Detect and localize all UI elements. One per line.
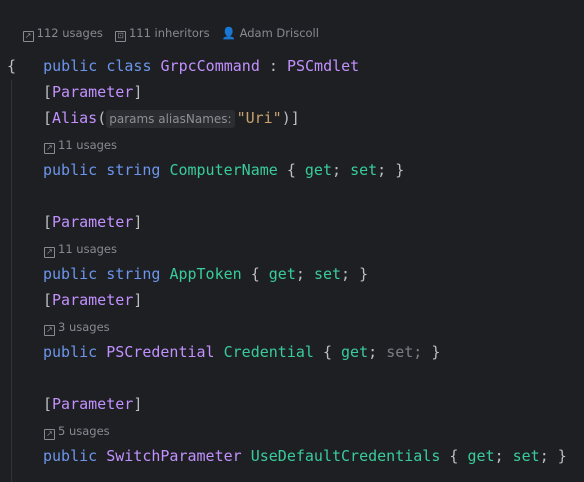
usages-icon: ↗ [44,429,55,440]
usages-hint-3[interactable]: ↗ 3 usages [44,318,110,336]
indent-guide [11,80,12,482]
property-line-4[interactable]: public SwitchParameter UseDefaultCredent… [43,443,567,469]
usages-icon: ↗ [44,325,55,336]
usages-icon: ↗ [44,143,55,154]
usages-hint-2[interactable]: ↗ 11 usages [44,240,117,258]
code-editor[interactable]: ↗ 112 usages ⊡ 111 inheritors 👤 Adam Driscol… [0,0,584,482]
property-line-3[interactable]: public PSCredential Credential { get; se… [43,339,440,365]
attribute-line-3[interactable]: [Parameter] [43,287,142,313]
attribute-line-4[interactable]: [Parameter] [43,391,142,417]
alias-attribute-line[interactable]: [Alias(params aliasNames: "Uri")] [43,105,300,131]
property-line-2[interactable]: public string AppToken { get; set; } [43,261,368,287]
usages-hint-1[interactable]: ↗ 11 usages [44,136,117,154]
attribute-line-2[interactable]: [Parameter] [43,209,142,235]
property-line-1[interactable]: public string ComputerName { get; set; } [43,157,404,183]
attribute-line-1[interactable]: [Parameter] [43,79,142,105]
open-brace-line[interactable]: { [7,53,16,79]
usages-hint-4[interactable]: ↗ 5 usages [44,422,110,440]
class-name[interactable]: GrpcCommand [161,57,260,75]
parameter-name-hint: params aliasNames: [106,110,235,128]
base-class[interactable]: PSCmdlet [287,57,359,75]
usages-icon: ↗ [44,247,55,258]
